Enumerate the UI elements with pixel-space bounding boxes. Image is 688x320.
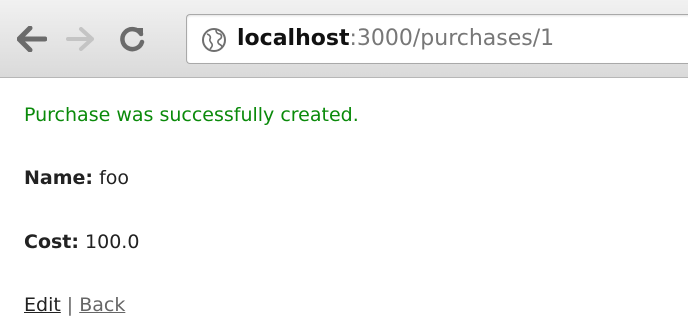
address-bar[interactable]: localhost:3000/purchases/1 (186, 14, 688, 64)
edit-link[interactable]: Edit (24, 294, 61, 316)
cost-value: 100.0 (85, 231, 140, 253)
reload-button[interactable] (112, 16, 152, 62)
browser-toolbar: localhost:3000/purchases/1 (0, 0, 688, 78)
cost-field: Cost: 100.0 (24, 231, 139, 253)
reload-icon (120, 26, 145, 52)
arrow-left-icon (17, 26, 47, 52)
cost-label: Cost: (24, 231, 79, 253)
url-path: :3000/purchases/1 (349, 26, 555, 51)
name-value: foo (99, 167, 130, 189)
back-button[interactable] (12, 16, 52, 62)
back-link[interactable]: Back (79, 294, 125, 316)
link-separator: | (66, 294, 74, 316)
url-host: localhost (237, 26, 350, 51)
name-label: Name: (24, 167, 94, 189)
forward-button[interactable] (62, 16, 98, 62)
url-text: localhost:3000/purchases/1 (237, 25, 554, 53)
arrow-right-icon (66, 27, 94, 51)
flash-notice: Purchase was successfully created. (24, 104, 359, 126)
name-field: Name: foo (24, 167, 129, 189)
globe-icon (202, 28, 226, 52)
action-links: Edit | Back (24, 294, 125, 316)
